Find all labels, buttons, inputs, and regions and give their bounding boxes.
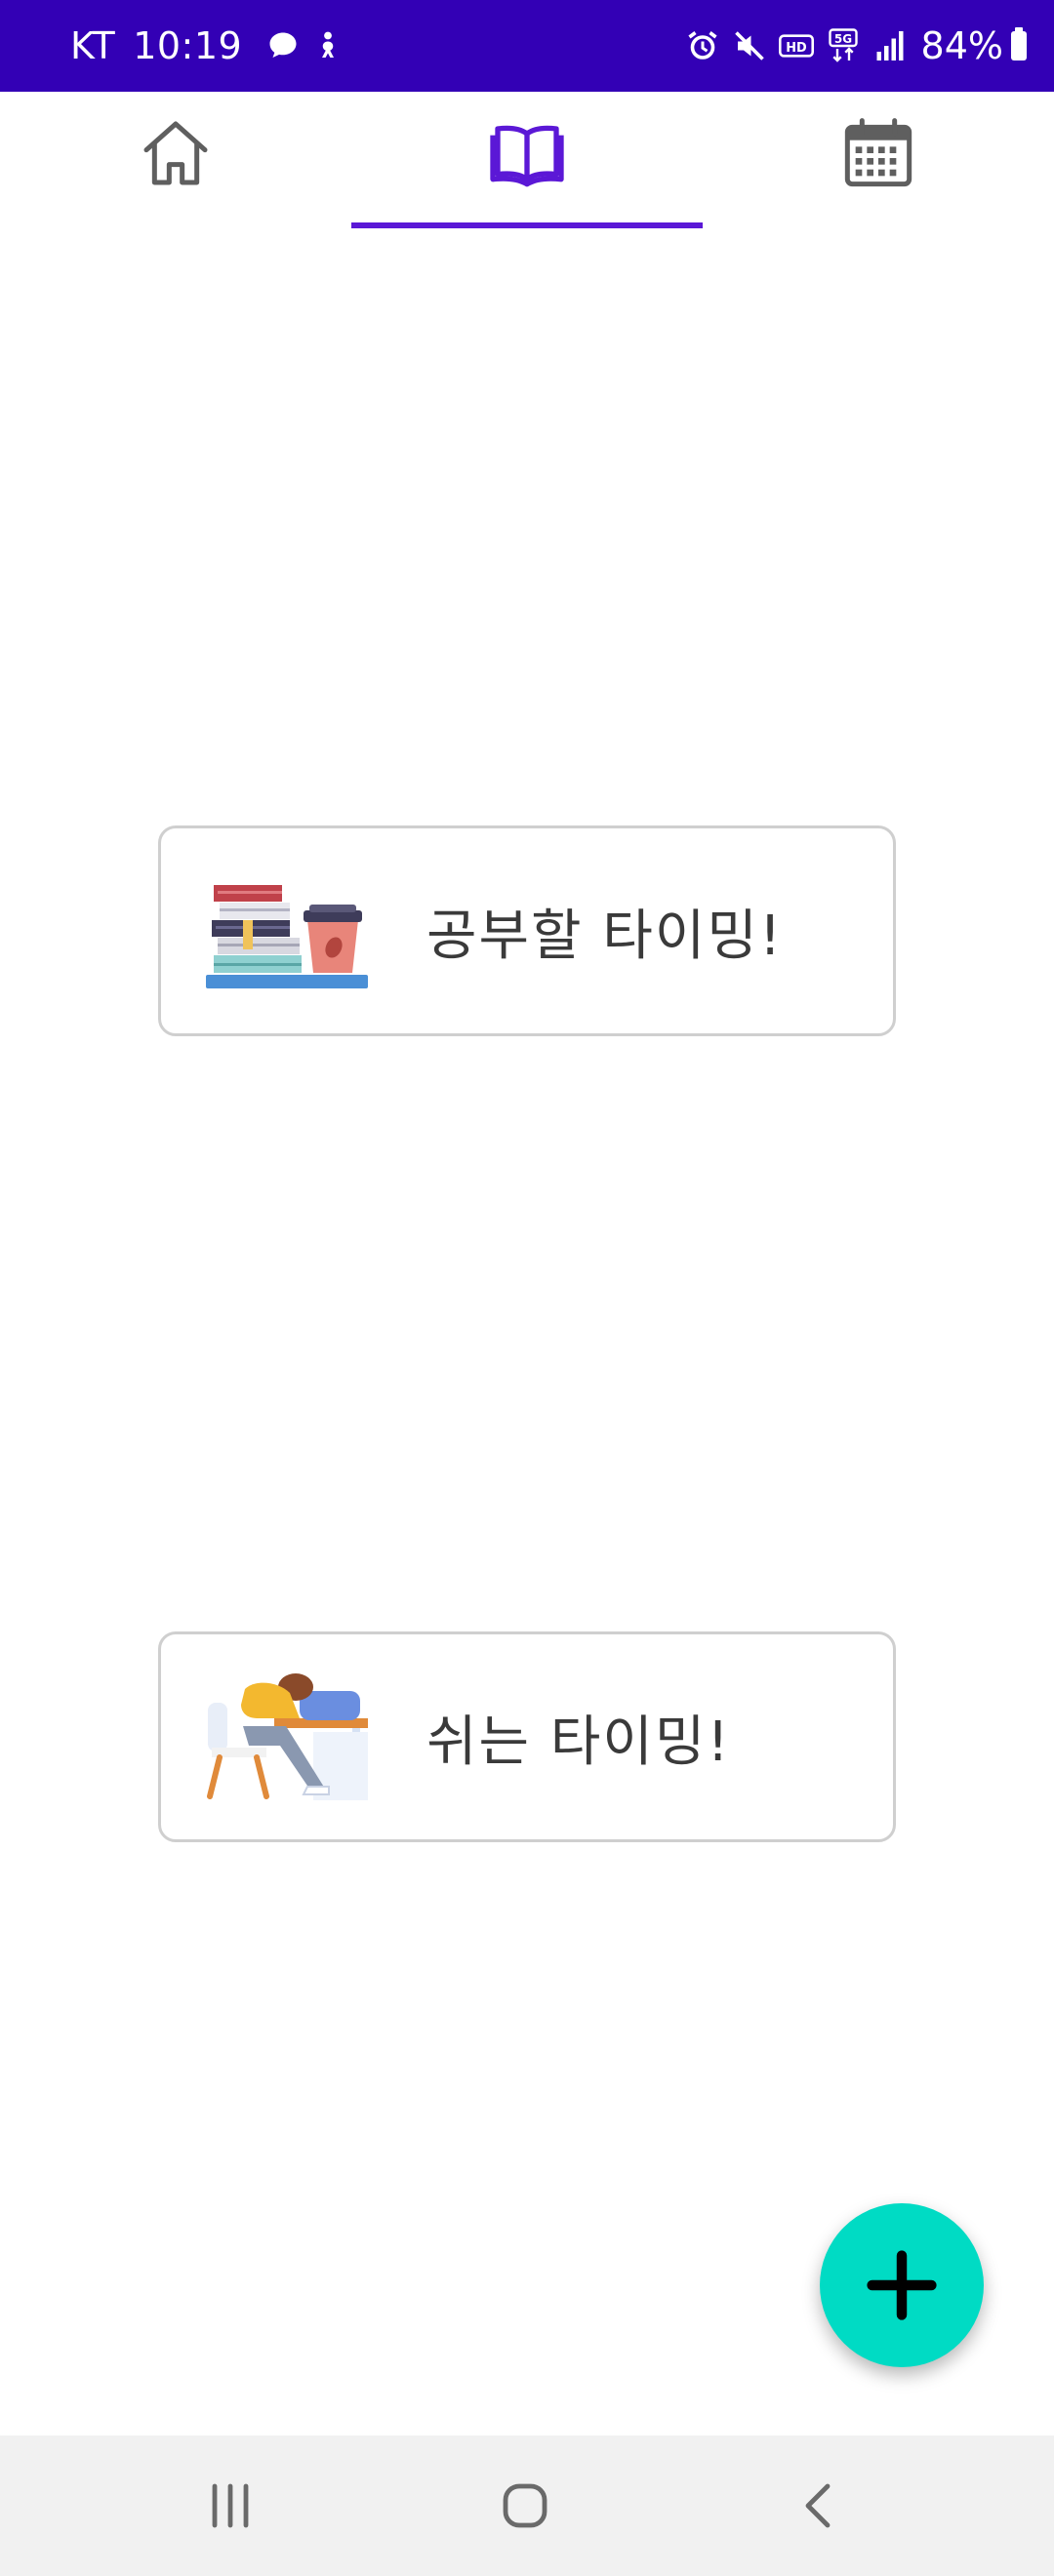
study-timing-label: 공부할 타이밍! — [426, 904, 784, 968]
tab-home[interactable] — [0, 92, 351, 234]
signal-icon — [876, 31, 904, 60]
tab-calendar[interactable] — [703, 92, 1054, 234]
alarm-icon — [687, 31, 717, 60]
app-screen: KT 10:19 HD 5G 84% 공부할 타이밍! 쉬는 타이밍! — [0, 0, 1054, 2576]
rest-timing-label: 쉬는 타이밍! — [426, 1710, 731, 1774]
status-left: KT 10:19 — [70, 24, 345, 67]
rest-timing-card[interactable]: 쉬는 타이밍! — [158, 1631, 896, 1842]
resting-person-icon — [207, 1673, 368, 1800]
svg-text:HD: HD — [786, 41, 806, 56]
home-icon — [143, 121, 208, 185]
mute-icon — [734, 31, 764, 60]
plus-icon — [867, 2250, 937, 2320]
status-right: HD 5G 84% — [673, 24, 1027, 67]
5g-icon: 5G — [828, 28, 858, 62]
tab-bar — [0, 92, 1054, 234]
selected-tab-indicator — [351, 222, 703, 228]
status-bar: KT 10:19 HD 5G 84% — [0, 0, 1054, 92]
system-navigation-bar — [0, 2435, 1054, 2576]
study-books-coffee-icon — [206, 885, 368, 988]
add-button[interactable] — [820, 2203, 984, 2367]
carrier-label: KT — [70, 24, 116, 67]
battery-icon — [1011, 27, 1027, 60]
svg-text:5G: 5G — [833, 32, 851, 46]
clock: 10:19 — [133, 24, 243, 67]
home-nav-icon — [503, 2483, 547, 2528]
recent-apps-icon — [212, 2483, 249, 2528]
chat-bubble-icon — [269, 32, 297, 58]
person-notification-icon — [322, 31, 335, 58]
hd-icon: HD — [778, 34, 814, 58]
recent-apps-button[interactable] — [172, 2435, 289, 2576]
study-timing-card[interactable]: 공부할 타이밍! — [158, 825, 896, 1036]
home-nav-button[interactable] — [466, 2435, 584, 2576]
back-button[interactable] — [761, 2435, 878, 2576]
calendar-icon — [844, 118, 912, 187]
book-icon — [490, 125, 564, 187]
tab-book[interactable] — [351, 92, 703, 234]
back-icon — [805, 2483, 831, 2528]
battery-percent: 84% — [920, 24, 1003, 67]
